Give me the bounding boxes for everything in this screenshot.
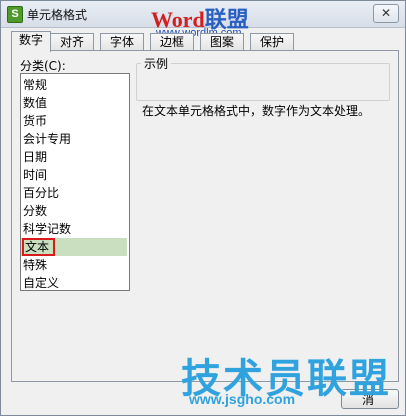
category-item-general[interactable]: 常规 bbox=[21, 76, 127, 94]
tab-strip: 数字 对齐 字体 边框 图案 保护 bbox=[11, 31, 301, 52]
format-cells-dialog: S 单元格格式 Word联盟 ✕ www.wordlm.com 数字 对齐 字体… bbox=[0, 0, 406, 416]
tab-border[interactable]: 边框 bbox=[150, 33, 194, 51]
category-item-special[interactable]: 特殊 bbox=[21, 256, 127, 274]
category-item-currency[interactable]: 货币 bbox=[21, 112, 127, 130]
category-item-percentage[interactable]: 百分比 bbox=[21, 184, 127, 202]
category-item-accounting[interactable]: 会计专用 bbox=[21, 130, 127, 148]
category-item-custom[interactable]: 自定义 bbox=[21, 274, 127, 292]
category-item-date[interactable]: 日期 bbox=[21, 148, 127, 166]
number-tab-panel: 分类(C): 常规 数值 货币 会计专用 日期 时间 百分比 分数 科学记数 文… bbox=[11, 50, 399, 382]
category-item-number[interactable]: 数值 bbox=[21, 94, 127, 112]
category-item-scientific[interactable]: 科学记数 bbox=[21, 220, 127, 238]
category-item-text[interactable]: 文本 bbox=[21, 238, 127, 256]
close-icon: ✕ bbox=[380, 6, 392, 20]
tab-number[interactable]: 数字 bbox=[11, 31, 51, 52]
title-bar: S 单元格格式 Word联盟 ✕ bbox=[1, 1, 405, 32]
category-label: 分类(C): bbox=[20, 59, 66, 73]
jsgho-watermark-url: www.jsgho.com bbox=[189, 391, 296, 407]
tab-alignment[interactable]: 对齐 bbox=[50, 33, 94, 51]
category-item-time[interactable]: 时间 bbox=[21, 166, 127, 184]
tab-protection[interactable]: 保护 bbox=[250, 33, 294, 51]
close-button[interactable]: ✕ bbox=[373, 4, 399, 23]
sample-title: 示例 bbox=[141, 55, 172, 72]
format-description: 在文本单元格格式中，数字作为文本处理。 bbox=[142, 104, 371, 118]
tab-pattern[interactable]: 图案 bbox=[200, 33, 244, 51]
category-list[interactable]: 常规 数值 货币 会计专用 日期 时间 百分比 分数 科学记数 文本 特殊 自定… bbox=[20, 73, 130, 291]
category-item-fraction[interactable]: 分数 bbox=[21, 202, 127, 220]
spreadsheet-app-icon: S bbox=[7, 6, 23, 23]
sample-group: 示例 bbox=[136, 55, 390, 101]
tab-font[interactable]: 字体 bbox=[100, 33, 144, 51]
dialog-title: 单元格格式 bbox=[27, 8, 88, 22]
